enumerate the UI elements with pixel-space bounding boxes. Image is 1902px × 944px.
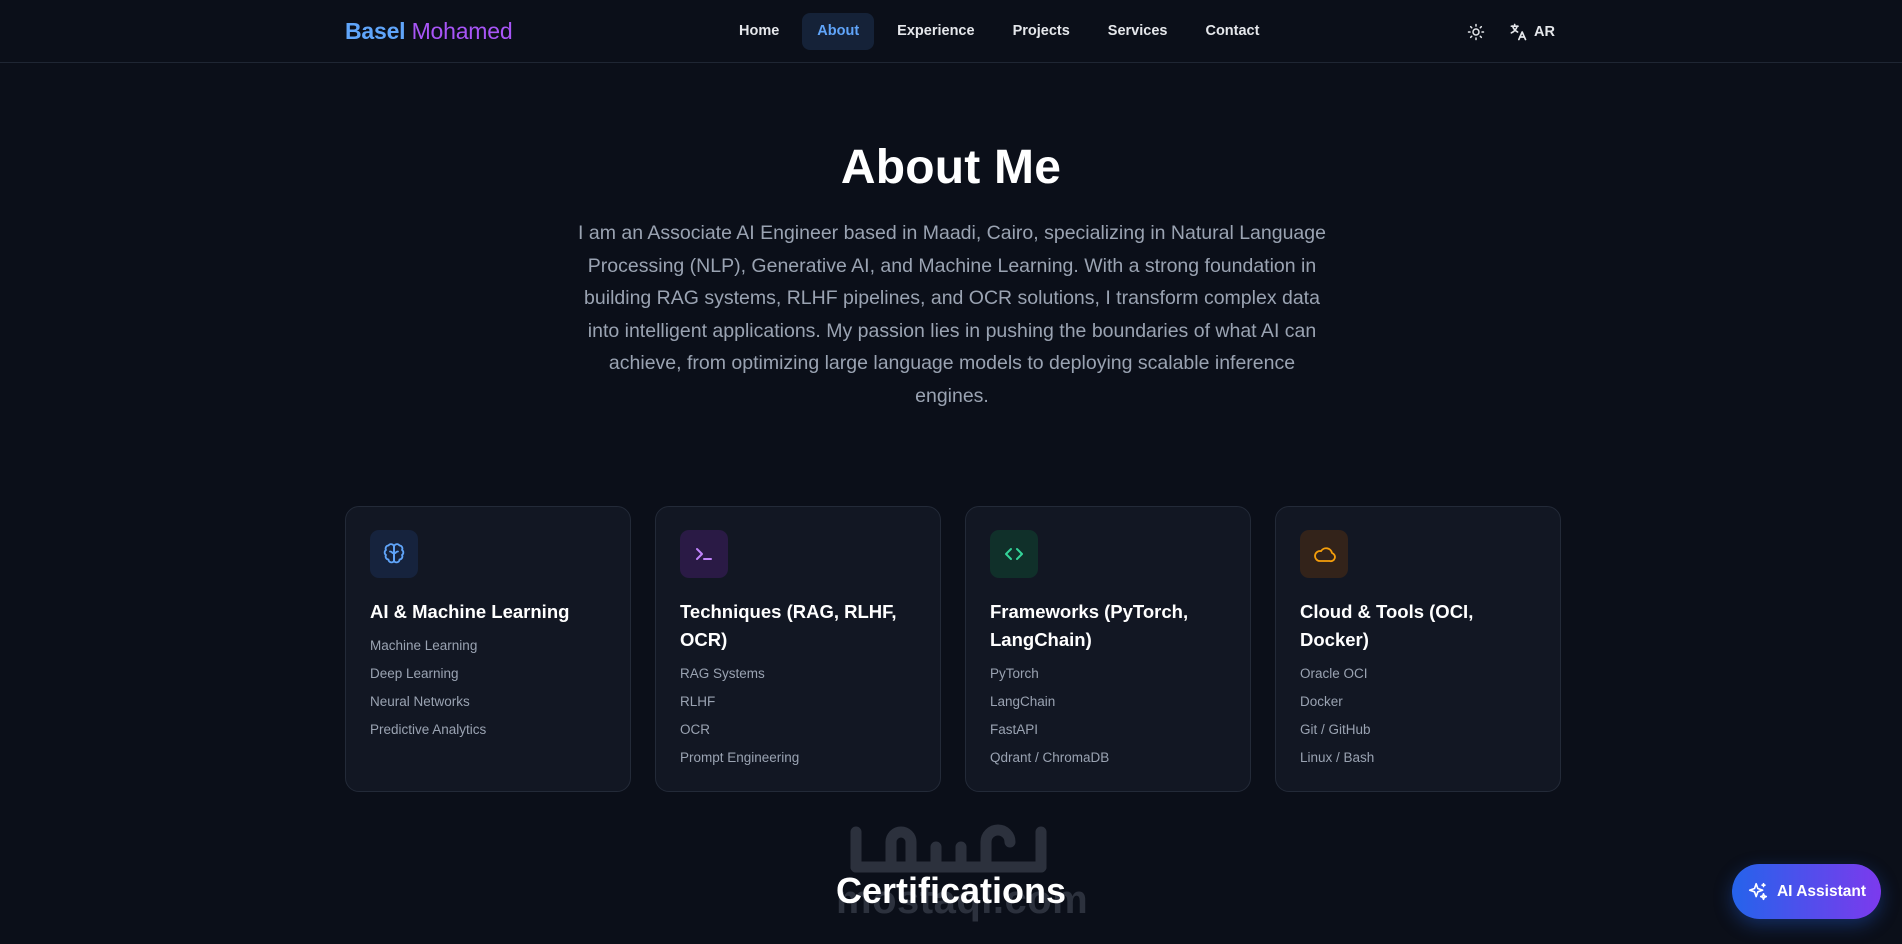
card-icon-box [370,530,418,578]
code-icon [1005,548,1023,560]
card-item: Linux / Bash [1300,750,1375,765]
translate-icon [1510,23,1527,41]
card-item: Qdrant / ChromaDB [990,750,1110,765]
card-item: Oracle OCI [1300,666,1368,681]
sun-icon [1467,23,1485,41]
card-icon-box [990,530,1038,578]
nav-home[interactable]: Home [724,13,794,50]
language-toggle-button[interactable]: AR [1508,19,1555,45]
card-icon-box [1300,530,1348,578]
cloud-icon [1314,547,1336,563]
brand-last-name: Mohamed [411,18,513,44]
card-item: Git / GitHub [1300,722,1371,737]
sparkles-icon [1748,882,1768,900]
skill-card-cloud-tools: Cloud & Tools (OCI, Docker) Oracle OCI D… [1275,506,1561,792]
ai-assistant-button[interactable]: AI Assistant [1732,864,1881,919]
card-title: AI & Machine Learning [370,601,570,622]
card-title: Cloud & Tools (OCI, Docker) [1300,601,1474,650]
card-item: FastAPI [990,722,1039,737]
card-title: Frameworks (PyTorch, LangChain) [990,601,1189,650]
skill-card-ai-ml: AI & Machine Learning Machine Learning D… [345,506,631,792]
card-item: RAG Systems [680,666,765,681]
card-item: PyTorch [990,666,1039,681]
nav-projects[interactable]: Projects [998,13,1085,50]
about-title: About Me [840,141,1062,194]
card-item: Predictive Analytics [370,722,487,737]
card-item: Docker [1300,694,1343,709]
skill-cards: AI & Machine Learning Machine Learning D… [345,506,1561,792]
card-icon-box [680,530,728,578]
nav-services[interactable]: Services [1093,13,1183,50]
card-item: LangChain [990,694,1056,709]
card-item: Deep Learning [370,666,459,681]
theme-toggle-button[interactable] [1463,19,1489,45]
brand-logo[interactable]: Basel Mohamed [345,18,513,45]
terminal-icon [696,548,712,560]
card-item: OCR [680,722,710,737]
brand-first-name: Basel [345,18,406,44]
language-label: AR [1534,24,1555,40]
card-item: Prompt Engineering [680,750,800,765]
card-title: Techniques (RAG, RLHF, OCR) [680,601,897,650]
card-item: Neural Networks [370,694,470,709]
nav-about[interactable]: About [802,13,875,50]
brain-icon [383,543,405,564]
about-description: I am an Associate AI Engineer based in M… [578,222,1326,407]
card-item: RLHF [680,694,716,709]
skill-card-techniques: Techniques (RAG, RLHF, OCR) RAG Systems … [655,506,941,792]
nav-links: Home About Experience Projects Services … [724,13,1274,50]
card-item: Machine Learning [370,638,478,653]
navbar: Basel Mohamed Home About Experience Proj… [0,0,1902,63]
ai-assistant-label: AI Assistant [1776,882,1866,900]
skill-card-frameworks: Frameworks (PyTorch, LangChain) PyTorch … [965,506,1251,792]
nav-contact[interactable]: Contact [1190,13,1274,50]
nav-experience[interactable]: Experience [882,13,989,50]
certifications-title: Certifications [835,870,1067,911]
